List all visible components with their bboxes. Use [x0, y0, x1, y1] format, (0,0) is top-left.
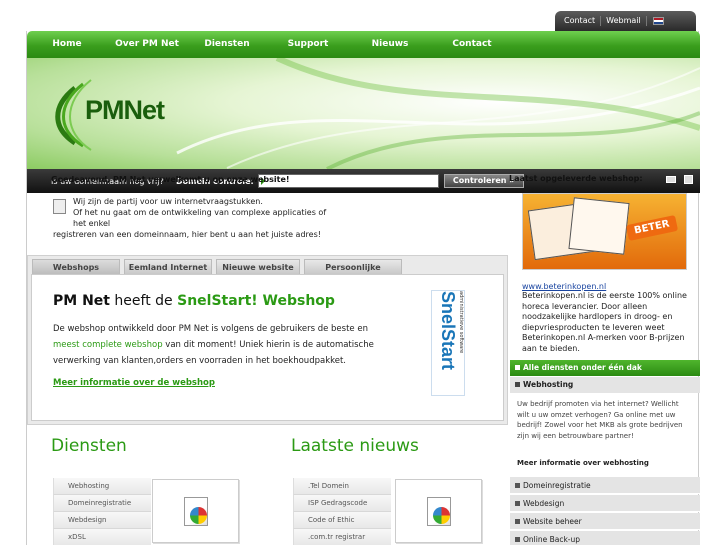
intro-line-1: Wij zijn de partij voor uw internetvraag… [73, 197, 263, 206]
tab-webshops[interactable]: Webshops [32, 259, 120, 274]
list-item[interactable]: Domeinregistratie [53, 495, 151, 512]
promo-text-line-1: De webshop ontwikkeld door PM Net is vol… [53, 324, 368, 334]
list-item[interactable]: Code of Ethic [293, 512, 391, 529]
sidebar-item-online-backup[interactable]: Online Back-up [510, 531, 700, 545]
square-bullet-icon [515, 537, 520, 542]
intro-line-2: Of het nu gaat om de ontwikkeling van co… [73, 208, 327, 228]
nieuws-heading: Laatste nieuws [291, 436, 419, 456]
webhosting-label: Webhosting [523, 380, 574, 389]
nav-nieuws[interactable]: Nieuws [349, 31, 431, 58]
tab-box: Webshops Eemland Internet Nieuwe website… [27, 255, 508, 425]
top-link-contact[interactable]: Contact [559, 16, 602, 26]
tab-panel-webshops: PM Net heeft de SnelStart! Webshop De we… [31, 274, 504, 421]
tab-eemland-internet[interactable]: Eemland Internet [124, 259, 212, 274]
promo-title-mid: heeft de [109, 293, 178, 309]
webhosting-header[interactable]: Webhosting [510, 377, 700, 393]
diensten-list: Webhosting Domeinregistratie Webdesign x… [53, 478, 151, 545]
sidebar-item-website-beheer[interactable]: Website beheer [510, 513, 700, 530]
promo-title-prefix: PM Net [53, 293, 110, 309]
snelstart-logo-subtitle: administratieve software [458, 291, 464, 354]
promo-text-line-2: van dit moment! Uniek hierin is de autom… [162, 340, 374, 350]
page: Contact Webmail Home Over PM Net Dienste… [0, 0, 727, 545]
sidebar-item-webdesign[interactable]: Webdesign [510, 495, 700, 512]
promo-text-line-3: verwerking van klanten,orders en voorrad… [53, 356, 346, 366]
tab-nieuwe-website[interactable]: Nieuwe website [216, 259, 300, 274]
nav-contact[interactable]: Contact [431, 31, 513, 58]
tab-bar: Webshops Eemland Internet Nieuwe website… [32, 259, 406, 287]
diensten-heading: Diensten [51, 436, 127, 456]
webshop-page-image [568, 197, 630, 255]
square-bullet-icon [515, 483, 520, 488]
promo-complete-webshop-link[interactable]: meest complete webshop [53, 340, 163, 350]
webhosting-text: Uw bedrijf promoten via het internet? We… [517, 400, 683, 440]
dutch-flag-icon[interactable] [652, 17, 664, 25]
sidebar-item-label: Webdesign [523, 499, 565, 508]
sidebar-item-label: Online Back-up [523, 535, 581, 544]
nav-home[interactable]: Home [27, 31, 107, 58]
all-services-header[interactable]: Alle diensten onder één dak [510, 360, 700, 376]
sidebar-item-domeinregistratie[interactable]: Domeinregistratie [510, 477, 700, 494]
main-container: Home Over PM Net Diensten Support Nieuws… [26, 31, 700, 545]
square-bullet-icon [515, 501, 520, 506]
all-services-label: Alle diensten onder één dak [523, 363, 642, 372]
list-item[interactable]: Webdesign [53, 512, 151, 529]
greeting-text: Goedeavond, PM Net verwelkomt u op onze … [51, 175, 290, 184]
intro-line-3: registreren van een domeinnaam, hier ben… [53, 230, 321, 239]
promo-text: De webshop ontwikkeld door PM Net is vol… [53, 321, 383, 369]
beterinkopen-link[interactable]: www.beterinkopen.nl [522, 282, 606, 291]
snelstart-logo-text: SnelStart [438, 291, 458, 371]
promo-title-highlight: SnelStart! Webshop [177, 293, 335, 309]
promo-title: PM Net heeft de SnelStart! Webshop [53, 293, 335, 309]
intro-text: Wij zijn de partij voor uw internetvraag… [49, 196, 329, 240]
print-icon[interactable] [684, 175, 693, 184]
mail-icon[interactable] [666, 176, 676, 183]
square-bullet-icon [515, 365, 520, 370]
list-item[interactable]: .Tel Domein [293, 478, 391, 495]
square-bullet-icon [515, 382, 520, 387]
webshop-description: Beterinkopen.nl is de eerste 100% online… [522, 291, 687, 353]
list-item[interactable]: ISP Gedragscode [293, 495, 391, 512]
header-banner: PMNet [27, 58, 700, 169]
chart-icon [433, 507, 450, 524]
nav-diensten[interactable]: Diensten [187, 31, 267, 58]
top-bar: Contact Webmail [0, 0, 727, 31]
diensten-thumbnail [152, 479, 239, 543]
beter-logo: BETER [625, 214, 679, 242]
nieuws-thumbnail [395, 479, 482, 543]
list-item[interactable]: xDSL [53, 529, 151, 545]
nav-support[interactable]: Support [267, 31, 349, 58]
nieuws-list: .Tel Domein ISP Gedragscode Code of Ethi… [293, 478, 391, 545]
pmnet-logo[interactable]: PMNet [85, 95, 165, 126]
snelstart-logo[interactable]: SnelStart administratieve software [431, 290, 465, 396]
webshop-screenshot[interactable]: BETER [522, 193, 687, 270]
tab-persoonlijke-afspraak[interactable]: Persoonlijke afspraak [304, 259, 402, 287]
list-item[interactable]: .com.tr registrar [293, 529, 391, 545]
top-link-webmail[interactable]: Webmail [601, 16, 647, 26]
webshop-info-link[interactable]: Meer informatie over de webshop [53, 378, 215, 388]
webhosting-more-link[interactable]: Meer informatie over webhosting [517, 459, 649, 467]
chart-icon [190, 507, 207, 524]
sidebar-item-label: Domeinregistratie [523, 481, 591, 490]
latest-webshop-title: Laatst opgeleverde webshop: [509, 174, 643, 183]
nav-over-pm-net[interactable]: Over PM Net [107, 31, 187, 58]
sidebar-item-label: Website beheer [523, 517, 582, 526]
main-nav: Home Over PM Net Diensten Support Nieuws… [27, 31, 700, 58]
top-links: Contact Webmail [555, 11, 696, 31]
list-item[interactable]: Webhosting [53, 478, 151, 495]
square-bullet-icon [515, 519, 520, 524]
